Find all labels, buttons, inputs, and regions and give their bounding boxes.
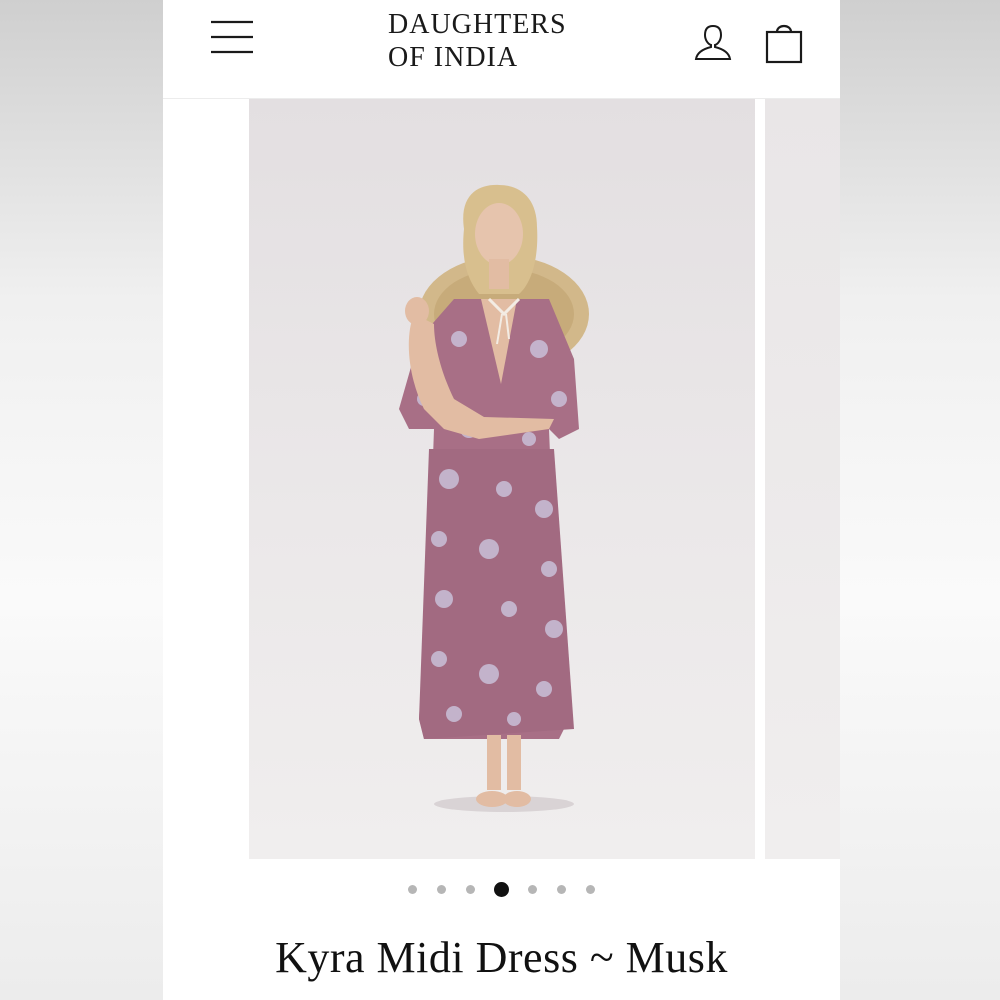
shopping-bag-icon[interactable]	[763, 20, 805, 64]
product-title: Kyra Midi Dress ~ Musk	[275, 933, 728, 982]
pagination-dot-4-active[interactable]	[494, 881, 509, 897]
next-slide-preview[interactable]	[765, 99, 840, 859]
hamburger-menu-icon[interactable]	[207, 17, 257, 57]
mobile-screen: DAUGHTERS OF INDIA Kyra Midi Dress ~ Mus…	[163, 0, 840, 1000]
pagination-dot-7[interactable]	[586, 884, 595, 894]
backdrop-right	[840, 0, 1000, 1000]
pagination-dot-6[interactable]	[557, 884, 566, 894]
brand-line-2: OF INDIA	[388, 42, 519, 73]
backdrop-left	[0, 0, 163, 1000]
brand-logo[interactable]: DAUGHTERS OF INDIA	[388, 8, 618, 74]
pagination-dot-5[interactable]	[528, 884, 537, 894]
product-image[interactable]	[249, 99, 755, 859]
model-photo-illustration	[399, 184, 589, 812]
product-image-carousel[interactable]	[163, 99, 840, 859]
pagination-dot-1[interactable]	[408, 884, 417, 894]
brand-line-1: DAUGHTERS	[388, 9, 567, 40]
pagination-dot-3[interactable]	[466, 884, 475, 894]
user-account-icon[interactable]	[693, 22, 733, 62]
carousel-pagination	[163, 880, 840, 906]
site-header: DAUGHTERS OF INDIA	[163, 0, 840, 99]
pagination-dot-2[interactable]	[437, 884, 446, 894]
